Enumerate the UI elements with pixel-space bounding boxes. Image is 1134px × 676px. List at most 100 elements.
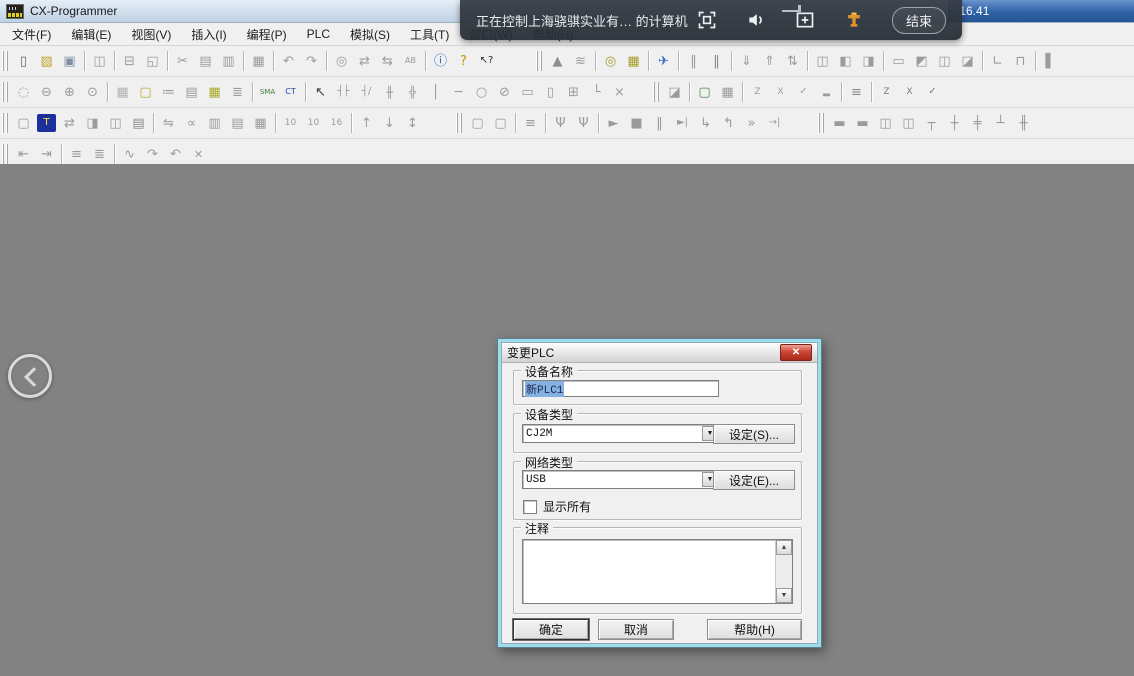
diff-monitor-2-icon[interactable]: ▬ bbox=[851, 112, 874, 134]
diff-down-icon[interactable]: ┴ bbox=[989, 112, 1012, 134]
sim-window-list-icon[interactable]: ≡ bbox=[519, 112, 542, 134]
replace-all-icon[interactable]: ⇆ bbox=[376, 50, 399, 72]
scroll-up-icon[interactable]: ▲ bbox=[776, 540, 792, 555]
rung-list-icon[interactable]: ≔ bbox=[157, 81, 180, 103]
diff-up-icon[interactable]: ┬ bbox=[920, 112, 943, 134]
window-switch-icon[interactable] bbox=[794, 9, 816, 31]
fullscreen-icon[interactable] bbox=[696, 9, 718, 31]
toolbar-grip[interactable] bbox=[536, 51, 543, 71]
compile-check-icon[interactable]: ◫ bbox=[88, 50, 111, 72]
align-list-icon[interactable]: ≡ bbox=[65, 143, 88, 165]
closed-coil-icon[interactable]: ⊘ bbox=[493, 81, 516, 103]
cross-reference-icon[interactable]: ⇋ bbox=[157, 112, 180, 134]
paste-icon[interactable]: ▥ bbox=[217, 50, 240, 72]
new-coil-icon[interactable]: ○ bbox=[470, 81, 493, 103]
monitor-window-3-icon[interactable]: ◨ bbox=[857, 50, 880, 72]
menu-item-i[interactable]: 插入(I) bbox=[181, 23, 236, 46]
sim-step-next-icon[interactable]: ►| bbox=[671, 112, 694, 134]
diff-up-down-icon[interactable]: ┼ bbox=[943, 112, 966, 134]
network-type-settings-button[interactable]: 设定(E)... bbox=[713, 470, 795, 490]
monitor-data-check-icon[interactable]: ✓ bbox=[792, 81, 815, 103]
toolbar-grip[interactable] bbox=[2, 113, 9, 133]
overlay-handle-icon[interactable] bbox=[782, 5, 801, 12]
device-type-settings-button[interactable]: 设定(S)... bbox=[713, 424, 795, 444]
zoom-custom-icon[interactable]: ⊙ bbox=[81, 81, 104, 103]
io-table-icon[interactable]: ▦ bbox=[249, 112, 272, 134]
grid-toggle-icon[interactable]: ▦ bbox=[111, 81, 134, 103]
dialog-titlebar[interactable]: 变更PLC ✕ bbox=[502, 343, 817, 363]
sim-step-out-icon[interactable]: ↰ bbox=[717, 112, 740, 134]
closed-contact-icon[interactable]: ┤/ bbox=[355, 81, 378, 103]
toolbar-grip[interactable] bbox=[2, 51, 9, 71]
info-icon[interactable]: ⓘ bbox=[429, 50, 452, 72]
diff-both-icon[interactable]: ╪ bbox=[966, 112, 989, 134]
menu-item-e[interactable]: 编辑(E) bbox=[61, 23, 121, 46]
find-icon[interactable]: ◎ bbox=[330, 50, 353, 72]
mnemonic-sma-icon[interactable]: SMA bbox=[256, 81, 279, 103]
new-contact-icon[interactable]: ┤├ bbox=[332, 81, 355, 103]
bit-state-list-icon[interactable]: ≡ bbox=[845, 81, 868, 103]
waveform-monitor-icon[interactable]: ⊓ bbox=[1009, 50, 1032, 72]
sort-az-icon[interactable]: AB bbox=[399, 50, 422, 72]
show-all-checkbox[interactable] bbox=[523, 500, 537, 514]
sim-stop-icon[interactable]: ■ bbox=[625, 112, 648, 134]
force-cancel-all-icon[interactable]: ✕ bbox=[187, 143, 210, 165]
menu-item-p[interactable]: 编程(P) bbox=[237, 23, 297, 46]
upload-from-plc-icon[interactable]: ⇑ bbox=[758, 50, 781, 72]
watch-window-icon[interactable]: ▥ bbox=[203, 112, 226, 134]
compare-with-plc-icon[interactable]: ⇅ bbox=[781, 50, 804, 72]
tile-window-icon[interactable]: ◫ bbox=[104, 112, 127, 134]
volume-icon[interactable] bbox=[745, 9, 767, 31]
align-edit-icon[interactable]: ≣ bbox=[88, 143, 111, 165]
sim-window-2-icon[interactable]: ▢ bbox=[489, 112, 512, 134]
menu-item-v[interactable]: 视图(V) bbox=[121, 23, 181, 46]
work-online-icon[interactable]: ✈ bbox=[652, 50, 675, 72]
help-icon[interactable]: ? bbox=[452, 50, 475, 72]
close-icon[interactable]: ✕ bbox=[780, 344, 812, 361]
open-file-icon[interactable]: ▨ bbox=[35, 50, 58, 72]
mnemonic-view-icon[interactable]: ≣ bbox=[226, 81, 249, 103]
step-run-icon[interactable]: ∟ bbox=[986, 50, 1009, 72]
sim-hold-alt-icon[interactable]: Ψ bbox=[572, 112, 595, 134]
sim-run-to-end-icon[interactable]: →| bbox=[763, 112, 786, 134]
vertical-line-icon[interactable]: │ bbox=[424, 81, 447, 103]
program-check-icon[interactable]: ▲ bbox=[546, 50, 569, 72]
display-signed-decimal-icon[interactable]: 10 bbox=[302, 112, 325, 134]
plc-diagnostics-icon[interactable]: ▦ bbox=[622, 50, 645, 72]
indent-left-icon[interactable]: ⇤ bbox=[12, 143, 35, 165]
online-edit-icon[interactable]: ≋ bbox=[569, 50, 592, 72]
undo-icon[interactable]: ↶ bbox=[277, 50, 300, 72]
toolbar-grip[interactable] bbox=[456, 113, 463, 133]
force-reset-icon[interactable]: ↓ bbox=[378, 112, 401, 134]
comment-textarea[interactable]: ▲ ▼ bbox=[522, 539, 793, 604]
ct-view-icon[interactable]: CT bbox=[279, 81, 302, 103]
toolbar-grip[interactable] bbox=[2, 144, 9, 164]
or-closed-contact-icon[interactable]: ╬ bbox=[401, 81, 424, 103]
window-view-x-icon[interactable]: X bbox=[898, 81, 921, 103]
monitor-window-2-icon[interactable]: ◧ bbox=[834, 50, 857, 72]
device-type-select[interactable]: CJ2M ▼ bbox=[522, 424, 720, 443]
monitor-window-1-icon[interactable]: ◫ bbox=[811, 50, 834, 72]
compare-window-icon[interactable]: ◨ bbox=[81, 112, 104, 134]
print-preview-icon[interactable]: ◱ bbox=[141, 50, 164, 72]
toolbar-grip[interactable] bbox=[653, 82, 660, 102]
rung-monitor-icon[interactable]: ▤ bbox=[180, 81, 203, 103]
sim-fast-forward-icon[interactable]: » bbox=[740, 112, 763, 134]
menu-item-f[interactable]: 文件(F) bbox=[2, 23, 61, 46]
display-hex-icon[interactable]: 16 bbox=[325, 112, 348, 134]
pause-monitoring-icon[interactable]: ‖ bbox=[682, 50, 705, 72]
sim-pause-icon[interactable]: ‖ bbox=[648, 112, 671, 134]
display-decimal-icon[interactable]: 10 bbox=[279, 112, 302, 134]
comment-scrollbar[interactable]: ▲ ▼ bbox=[775, 540, 792, 603]
plc-simulator-icon[interactable]: T bbox=[37, 114, 56, 132]
end-session-button[interactable]: 结束 bbox=[892, 7, 946, 34]
new-file-icon[interactable]: ▯ bbox=[12, 50, 35, 72]
toolbar-grip[interactable] bbox=[2, 82, 9, 102]
address-reference-icon[interactable]: ∝ bbox=[180, 112, 203, 134]
sim-hold-icon[interactable]: Ψ bbox=[549, 112, 572, 134]
line-connect-icon[interactable]: └ bbox=[585, 81, 608, 103]
cut-icon[interactable]: ✂ bbox=[171, 50, 194, 72]
paste-special-icon[interactable]: ▦ bbox=[247, 50, 270, 72]
diff-monitor-4-icon[interactable]: ◫ bbox=[897, 112, 920, 134]
zoom-pointer-icon[interactable]: ◌ bbox=[12, 81, 35, 103]
